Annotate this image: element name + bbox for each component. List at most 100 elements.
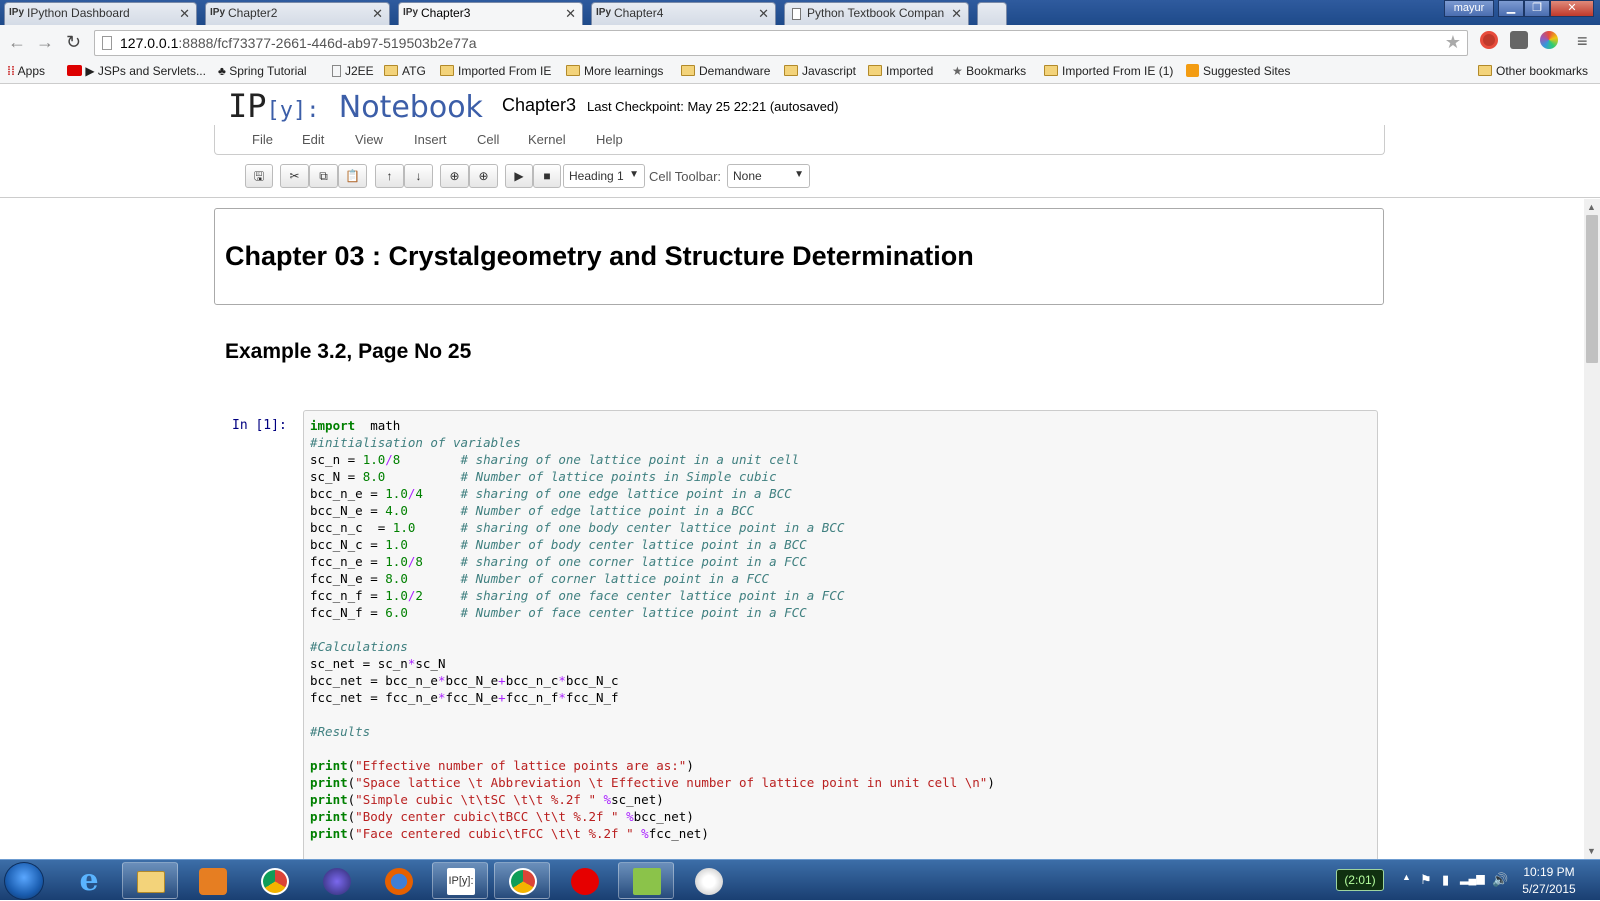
code-editor[interactable]: import math #initialisation of variables s… [310,417,995,842]
firefox-taskbar-button[interactable] [370,862,426,899]
tab-chapter3[interactable]: IPy Chapter3 ✕ [398,2,583,25]
notebook-header: IP[y]: Notebook Chapter3 Last Checkpoint… [0,85,1600,125]
code-line: fcc_net = fcc_n_e*fcc_N_e+fcc_n_f*fcc_N_… [310,690,619,705]
back-arrow-icon[interactable]: ← [8,32,26,53]
new-tab-button[interactable] [977,2,1007,25]
vodafone-icon [571,868,599,895]
browser-toolbar: ← → ↻ 127.0.0.1:8888/fcf73377-2661-446d-… [0,25,1600,60]
bookmark-imported-from-ie-1[interactable]: Imported From IE (1) [1044,64,1173,78]
address-bar[interactable]: 127.0.0.1:8888/fcf73377-2661-446d-ab97-5… [94,30,1468,56]
code-line: bcc_n_e = 1.0/4 # sharing of one edge la… [310,486,792,501]
vertical-scrollbar[interactable]: ▲ ▼ [1584,199,1600,859]
system-clock[interactable]: 10:19 PM 5/27/2015 [1514,864,1584,898]
copy-icon[interactable]: ⧉ [309,164,338,188]
bookmark-spring-tutorial[interactable]: ♣ Spring Tutorial [218,64,307,78]
action-center-flag-icon[interactable]: ⚑ [1420,872,1432,888]
battery-meter[interactable]: (2:01) [1336,869,1384,891]
show-hidden-icons-icon[interactable]: ▲ [1402,872,1411,882]
spring-icon: ♣ [218,64,226,78]
internet-explorer-taskbar-button[interactable]: e [60,862,116,899]
bookmark-bookmarks[interactable]: ★ Bookmarks [952,64,1026,78]
menu-kernel[interactable]: Kernel [528,132,566,147]
menu-cell[interactable]: Cell [477,132,499,147]
bookmark-other-bookmarks[interactable]: Other bookmarks [1478,64,1588,78]
example-heading[interactable]: Example 3.2, Page No 25 [225,340,471,364]
close-tab-icon[interactable]: ✕ [179,6,190,22]
bookmark-demandware[interactable]: Demandware [681,64,770,78]
code-line: sc_n = 1.0/8 # sharing of one lattice po… [310,452,800,467]
insert-cell-above-icon[interactable]: ⊕ [440,164,469,188]
bookmark-imported-from-ie[interactable]: Imported From IE [440,64,551,78]
tab-chapter2[interactable]: IPy Chapter2 ✕ [205,2,390,25]
close-window-icon[interactable]: ✕ [1550,0,1594,17]
scroll-down-arrow-icon[interactable]: ▼ [1587,846,1596,856]
adblock-extension-icon[interactable] [1480,31,1498,49]
bookmark-apps[interactable]: ⁞⁞ Apps [7,64,45,78]
code-cell[interactable]: import math #initialisation of variables s… [303,410,1378,859]
forward-arrow-icon[interactable]: → [36,32,54,53]
cell-type-select[interactable]: Heading 1 ▼ [563,164,645,188]
scroll-up-arrow-icon[interactable]: ▲ [1587,202,1596,212]
paste-icon[interactable]: 📋 [338,164,367,188]
chrome-active-taskbar-button[interactable] [494,862,550,899]
save-icon[interactable]: 🖫 [245,164,273,188]
bookmark-more-learnings[interactable]: More learnings [566,64,663,78]
menu-hamburger-icon[interactable]: ≡ [1577,31,1588,52]
close-tab-icon[interactable]: ✕ [372,6,383,22]
media-player-taskbar-button[interactable] [184,862,240,899]
maximize-icon[interactable]: ❐ [1524,0,1550,17]
file-explorer-taskbar-button[interactable] [122,862,178,899]
bookmark-javascript[interactable]: Javascript [784,64,856,78]
menu-file[interactable]: File [252,132,273,147]
bookmark-j2ee[interactable]: J2EE [332,64,374,78]
interrupt-kernel-icon[interactable]: ■ [533,164,561,188]
tab-python-textbook-companion[interactable]: Python Textbook Compan ✕ [784,2,969,25]
tab-label: IPython Dashboard [27,6,130,20]
notepad-taskbar-button[interactable] [618,862,674,899]
folder-icon [868,65,882,76]
move-cell-down-icon[interactable]: ↓ [404,164,433,188]
reload-icon[interactable]: ↻ [66,32,81,53]
close-tab-icon[interactable]: ✕ [565,6,576,22]
volume-icon[interactable]: 🔊 [1492,872,1508,888]
internet-explorer-icon: e [79,863,99,898]
menu-edit[interactable]: Edit [302,132,324,147]
network-signal-icon[interactable]: ▂▄▆ [1460,872,1485,885]
paint-taskbar-button[interactable] [680,862,736,899]
bookmark-atg[interactable]: ATG [384,64,426,78]
ipython-notebook-logo[interactable]: IP[y]: Notebook [228,87,483,125]
run-cell-icon[interactable]: ▶ [505,164,533,188]
extension-icon[interactable] [1510,31,1528,49]
user-profile-button[interactable]: mayur [1444,0,1494,17]
vodafone-taskbar-button[interactable] [556,862,612,899]
move-cell-up-icon[interactable]: ↑ [375,164,404,188]
bookmark-star-icon[interactable]: ★ [1445,32,1461,53]
page-icon [102,36,112,50]
cell-toolbar-select[interactable]: None ▼ [727,164,810,188]
insert-cell-below-icon[interactable]: ⊕ [469,164,498,188]
bookmark-jsps-servlets[interactable]: ▶ JSPs and Servlets... [67,64,206,78]
menu-insert[interactable]: Insert [414,132,447,147]
close-tab-icon[interactable]: ✕ [758,6,769,22]
color-picker-extension-icon[interactable] [1540,31,1558,49]
tab-chapter4[interactable]: IPy Chapter4 ✕ [591,2,776,25]
firefox-icon [385,868,413,895]
chrome-taskbar-button[interactable] [246,862,302,899]
close-tab-icon[interactable]: ✕ [951,6,962,22]
notebook-name[interactable]: Chapter3 [502,95,576,116]
minimize-icon[interactable]: ▁ [1498,0,1524,17]
cut-icon[interactable]: ✂ [280,164,309,188]
menu-help[interactable]: Help [596,132,623,147]
code-line: fcc_n_e = 1.0/8 # sharing of one corner … [310,554,807,569]
scrollbar-thumb[interactable] [1586,215,1598,363]
tab-label: Python Textbook Compan [807,6,945,20]
windows-start-button[interactable] [4,862,44,900]
battery-icon[interactable]: ▮ [1442,872,1449,888]
bookmark-suggested-sites[interactable]: Suggested Sites [1186,64,1290,78]
menu-view[interactable]: View [355,132,383,147]
eclipse-taskbar-button[interactable] [308,862,364,899]
bookmark-imported[interactable]: Imported [868,64,933,78]
tab-ipython-dashboard[interactable]: IPy IPython Dashboard ✕ [4,2,197,25]
ipython-taskbar-button[interactable]: IP[y]: [432,862,488,899]
heading-cell[interactable]: Chapter 03 : Crystalgeometry and Structu… [214,208,1384,305]
